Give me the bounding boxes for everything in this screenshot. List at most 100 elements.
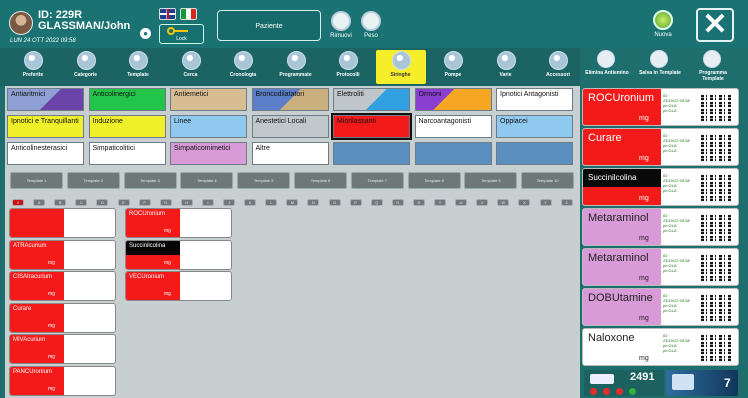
letter-filter-button[interactable]: V <box>476 199 489 206</box>
letter-filter-button[interactable]: I <box>201 199 214 206</box>
letter-filter-button[interactable]: W <box>497 199 510 206</box>
peso-button[interactable]: Peso <box>357 11 385 43</box>
letter-filter-button[interactable]: B <box>54 199 67 206</box>
template-button[interactable]: Template 1 <box>10 172 63 189</box>
template-button[interactable]: Template 7 <box>350 172 404 189</box>
category-button[interactable] <box>414 142 492 165</box>
drug-button[interactable]: VECUronium mg <box>125 271 232 301</box>
toolbar-categorie-button[interactable]: Categorie <box>61 50 111 84</box>
toolbar-cronologia-button[interactable]: Cronologia <box>218 50 268 84</box>
letter-filter-button[interactable]: J <box>223 199 235 206</box>
toolbar-cerca-button[interactable]: Cerca <box>166 50 216 84</box>
category-button[interactable]: Ipnotici Antagonisti <box>496 88 573 111</box>
category-button[interactable]: Anticolinergici <box>88 88 166 111</box>
syringe-label-card[interactable]: ROCUronium mg ID: 24/10/22 09:58 ph:GLA ph:GL… <box>582 88 739 126</box>
toolbar-accessori-button[interactable]: Accessori <box>533 50 583 84</box>
paziente-button[interactable]: Paziente <box>217 10 321 41</box>
letter-filter-button[interactable]: D <box>96 199 109 206</box>
letter-filter-button[interactable]: U <box>455 199 468 206</box>
letter-filter-button[interactable]: X <box>518 199 531 206</box>
drug-button[interactable]: MIVAcurium mg <box>9 334 116 364</box>
toolbar-template-button[interactable]: Template <box>113 50 163 84</box>
right-toolbar-button[interactable]: Salva in Template <box>638 50 682 84</box>
letter-filter-button[interactable]: L <box>265 199 278 206</box>
rimuovi-button[interactable]: Rimuovi <box>327 11 355 43</box>
template-button[interactable]: Template 3 <box>123 172 177 189</box>
letter-filter-button[interactable]: N <box>307 199 320 206</box>
toolbar-protocolli-button[interactable]: Protocolli <box>323 50 373 84</box>
letter-filter-button[interactable]: C <box>75 199 88 206</box>
category-button[interactable]: Antiaritmici <box>7 88 84 111</box>
drug-button[interactable]: Succinilcolina mg <box>125 239 232 270</box>
letter-filter-button[interactable]: Q <box>370 199 383 206</box>
letter-filter-button[interactable]: M <box>286 199 299 206</box>
italy-flag-icon[interactable] <box>180 8 197 20</box>
toolbar-pompe-button[interactable]: Pompe <box>428 50 478 84</box>
letter-filter-button[interactable]: F <box>138 199 151 206</box>
category-button[interactable]: Broncodilatatori <box>251 88 329 111</box>
category-button[interactable]: Anticolinesterasici <box>7 142 84 165</box>
letter-filter-button[interactable]: G <box>159 199 172 206</box>
drug-button[interactable]: ATRAcurium mg <box>9 239 116 270</box>
letter-filter-button[interactable]: A <box>33 199 46 206</box>
close-button[interactable]: ✕ <box>696 8 734 42</box>
letter-filter-button[interactable]: S <box>412 199 425 206</box>
category-button[interactable]: Elettroliti <box>333 88 410 111</box>
category-button[interactable]: Ipnotici e Tranquillanti <box>7 115 84 138</box>
template-button[interactable]: Template 10 <box>521 172 575 189</box>
letter-filter-button[interactable]: Z <box>560 199 573 206</box>
category-button[interactable]: Oppiacei <box>496 115 573 138</box>
category-button[interactable]: Antiemetici <box>170 88 247 111</box>
category-button[interactable]: Simpaticolitici <box>88 142 166 165</box>
letter-filter-button[interactable]: R <box>391 199 404 206</box>
template-button[interactable]: Template 9 <box>464 172 518 189</box>
letter-filter-button[interactable]: K <box>244 199 257 206</box>
letter-filter-button[interactable]: O <box>328 199 341 206</box>
drug-button[interactable]: PANCUronium mg <box>9 365 116 396</box>
category-button[interactable]: Narcoantagonisti <box>414 115 492 138</box>
right-toolbar-button[interactable]: Programma Template <box>691 50 735 84</box>
syringe-label-card[interactable]: Curare mg ID: 24/10/22 09:58 ph:GLA ph:GLA <box>582 128 739 166</box>
category-button[interactable]: Simpaticomimetici <box>170 142 247 165</box>
letter-filter-button[interactable]: 0 <box>12 199 24 206</box>
toolbar-varie-button[interactable]: Varie <box>481 50 531 84</box>
print-button[interactable]: 7 <box>666 370 738 396</box>
drug-button[interactable] <box>9 208 116 238</box>
drug-button[interactable]: CISAtracurium mg <box>9 271 116 301</box>
letter-filter-button[interactable]: T <box>434 199 446 206</box>
letter-filter-button[interactable]: P <box>349 199 362 206</box>
template-button[interactable]: Template 5 <box>237 172 291 189</box>
right-toolbar-button[interactable]: Elimina Antiemino <box>585 50 629 84</box>
toolbar-siringhe-button[interactable]: Siringhe <box>375 50 426 84</box>
category-button[interactable]: Altre <box>251 142 329 165</box>
letter-filter-button[interactable]: E <box>117 199 130 206</box>
toolbar-preferite-button[interactable]: Preferite <box>8 50 58 84</box>
template-button[interactable]: Template 8 <box>407 172 461 189</box>
letter-filter-button[interactable]: Y <box>539 199 552 206</box>
toolbar-programmate-button[interactable]: Programmate <box>271 50 321 84</box>
drug-button[interactable]: Curare mg <box>9 302 116 333</box>
syringe-label-card[interactable]: Succinilcolina mg ID: 24/10/22 09:58 ph:GLA p… <box>582 168 739 206</box>
letter-filter-button[interactable]: H <box>180 199 193 206</box>
category-button[interactable]: Linee <box>170 115 247 138</box>
template-button[interactable]: Template 6 <box>294 172 347 189</box>
category-button[interactable]: Induzione <box>88 115 166 138</box>
syringe-label-card[interactable]: Naloxone mg ID: 24/10/22 09:58 ph:GLA ph:GLA <box>582 328 739 366</box>
patient-avatar[interactable] <box>9 11 33 35</box>
syringe-label-card[interactable]: Metaraminol mg ID: 24/10/22 09:58 ph:GLA ph:G… <box>582 208 739 246</box>
uk-flag-icon[interactable] <box>159 8 176 20</box>
label-printer[interactable]: 2491 <box>584 370 664 396</box>
category-button[interactable] <box>333 142 410 165</box>
key-button[interactable]: Lock <box>159 24 204 44</box>
syringe-label-card[interactable]: DOBUtamine mg ID: 24/10/22 09:58 ph:GLA ph:GL… <box>582 288 739 326</box>
template-button[interactable]: Template 2 <box>66 172 120 189</box>
drug-button[interactable]: ROCUronium mg <box>125 208 232 238</box>
category-button[interactable] <box>496 142 573 165</box>
category-button[interactable]: Miorilassanti <box>331 113 412 140</box>
lock-icon[interactable]: ● <box>140 28 151 39</box>
category-button[interactable]: Anestetici Locali <box>251 115 329 138</box>
template-button[interactable]: Template 4 <box>180 172 234 189</box>
category-button[interactable]: Ormoni <box>414 88 492 111</box>
nuova-button[interactable]: Nuova <box>649 10 677 42</box>
syringe-label-card[interactable]: Metaraminol mg ID: 24/10/22 09:58 ph:GLA ph:G… <box>582 248 739 286</box>
